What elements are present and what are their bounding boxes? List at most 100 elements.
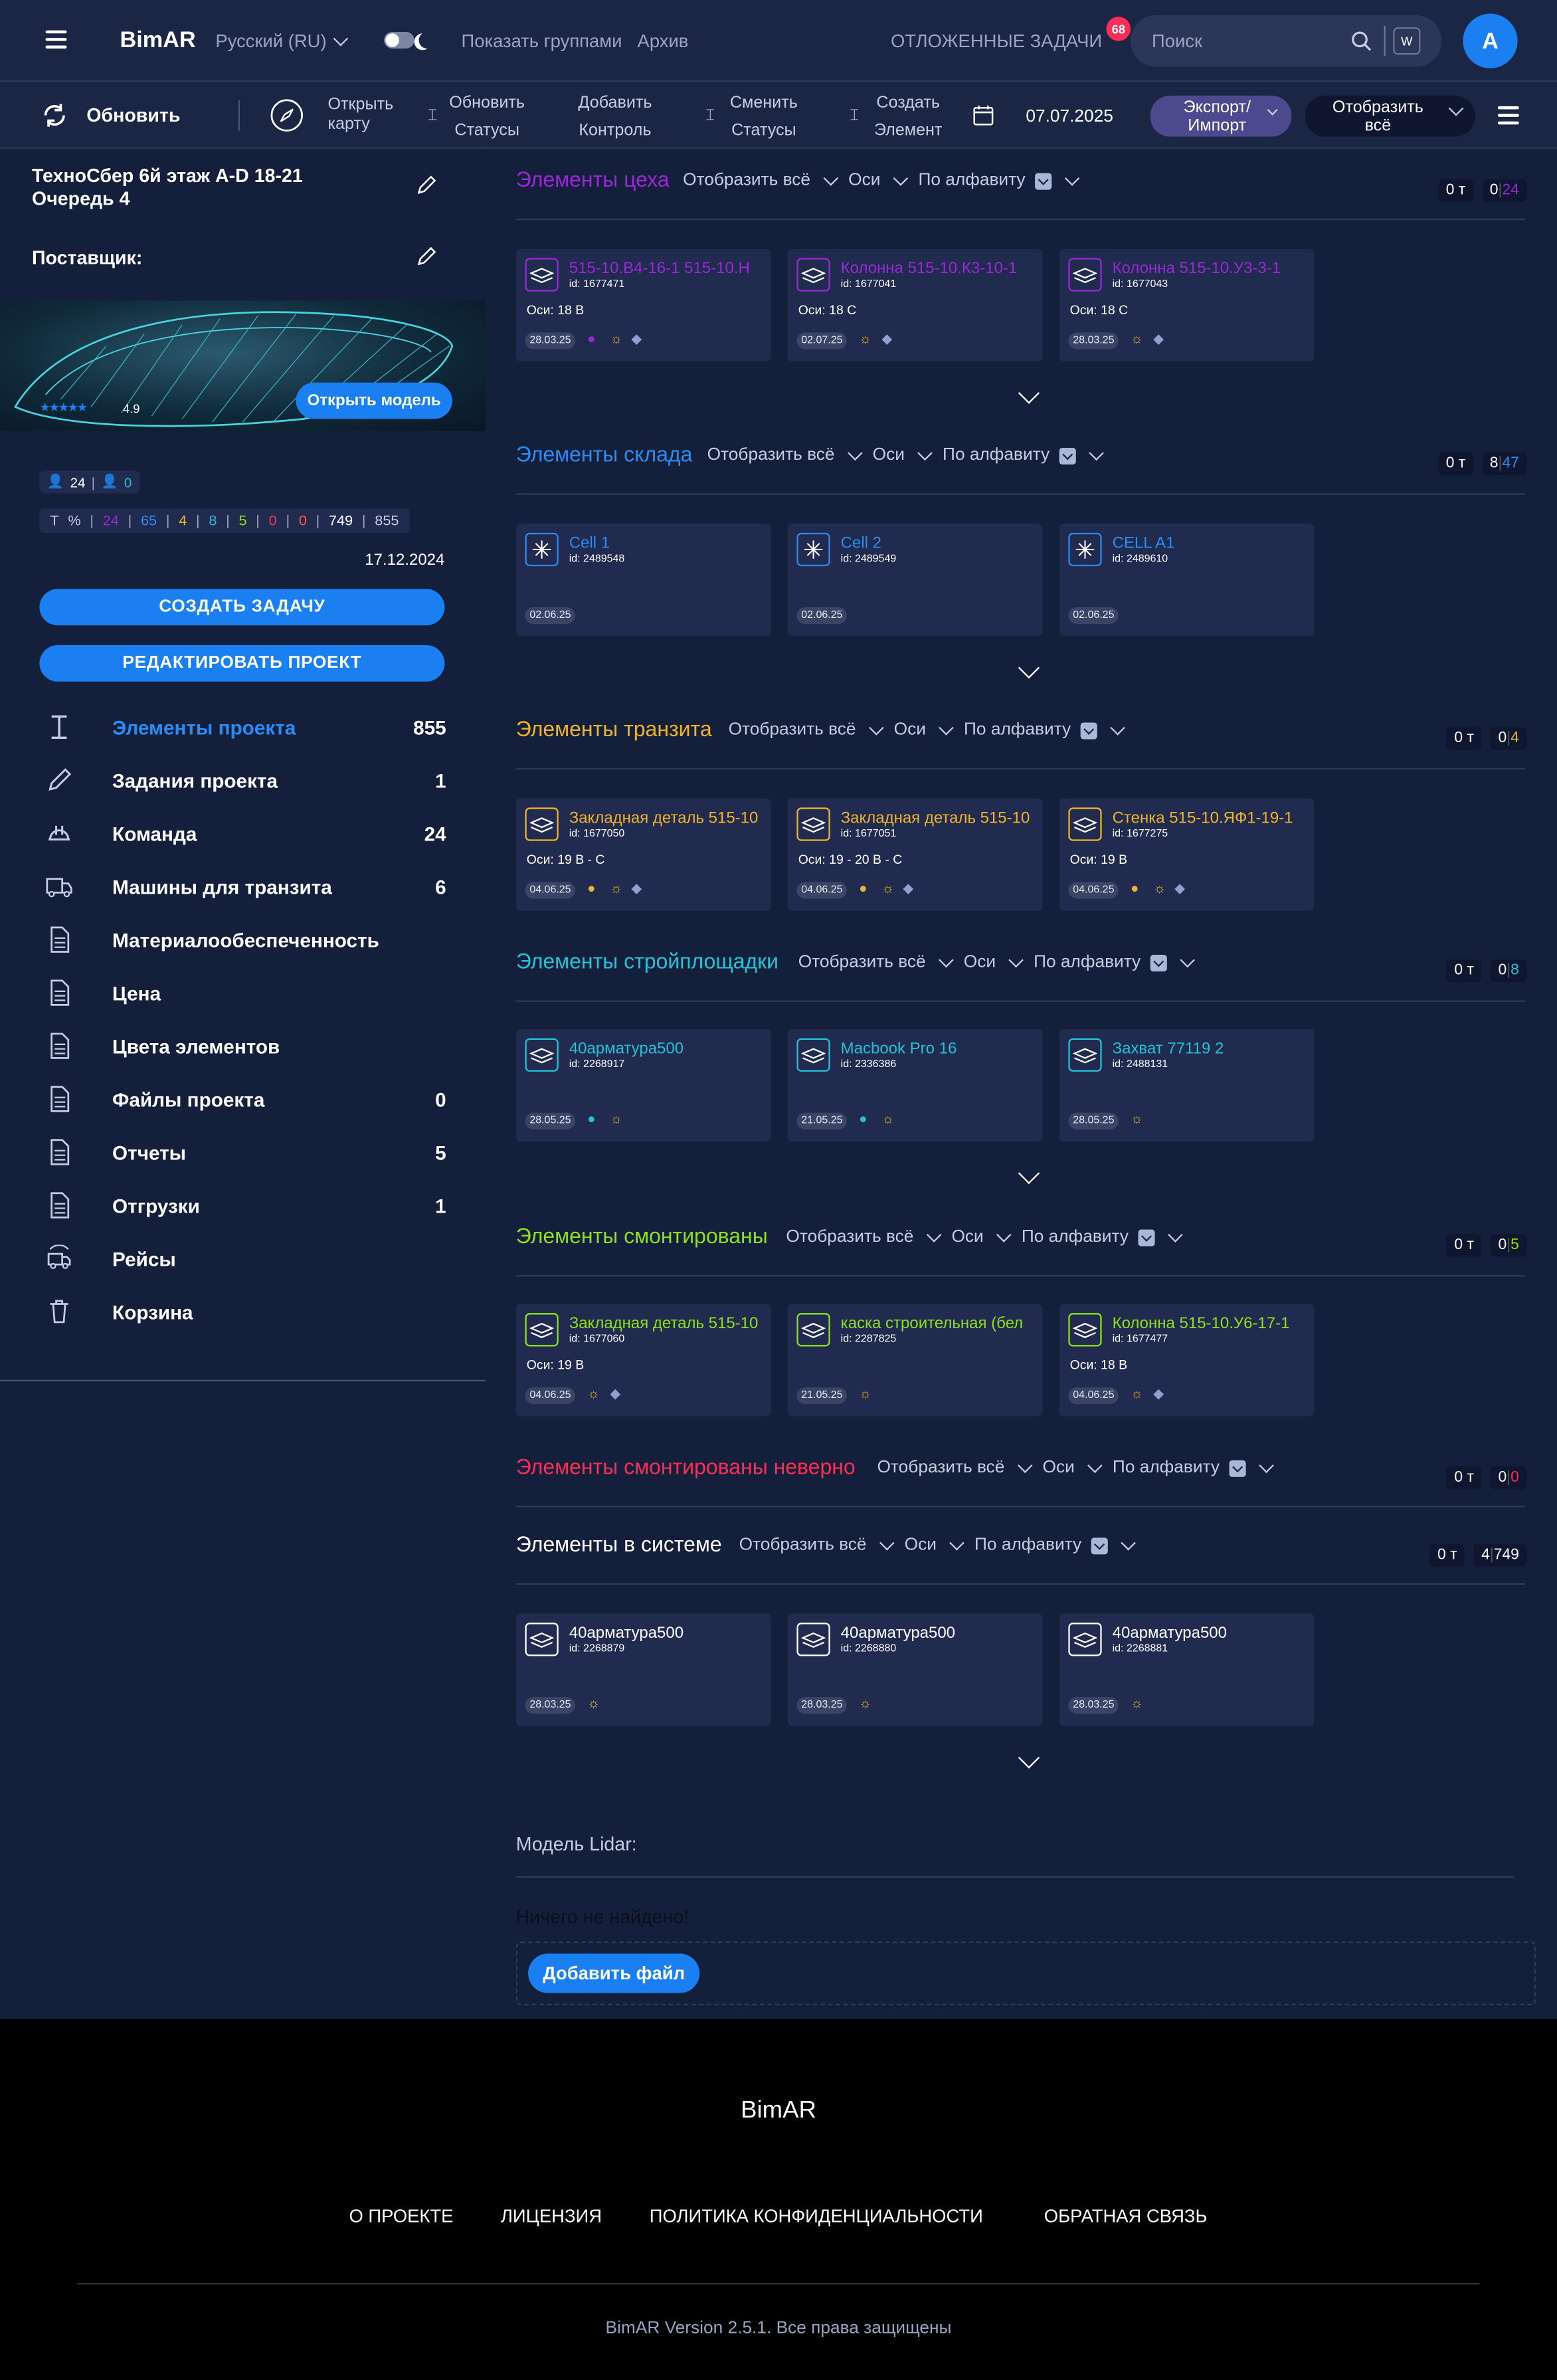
sidebar-item-material-supply[interactable]: Материалообеспеченность (39, 924, 446, 955)
theme-toggle[interactable] (384, 31, 414, 49)
element-card[interactable]: Macbook Pro 16 id: 2336386 21.05.25 ● ☼ (787, 1029, 1043, 1142)
show-all-filter[interactable]: Отобразить всё (877, 1459, 1004, 1477)
axes-filter[interactable]: Оси (1043, 1459, 1075, 1477)
show-all-filter[interactable]: Отобразить всё (707, 446, 835, 464)
sidebar-item-trash[interactable]: Корзина (39, 1296, 446, 1327)
element-card[interactable]: 515-10.В4-16-1 515-10.Н id: 1677471 Оси: 1… (515, 248, 771, 361)
add-control-button[interactable]: Добавить Контроль (578, 90, 652, 144)
archive-link[interactable]: Архив (638, 31, 689, 52)
sidebar-item-project-elements[interactable]: Элементы проекта 855 (39, 712, 446, 742)
show-all-filter[interactable]: Отобразить всё (683, 171, 810, 189)
element-card[interactable]: Колонна 515-10.К3-10-1 id: 1677041 Оси: 18… (787, 248, 1043, 361)
sidebar-item-team[interactable]: Команда 24 (39, 818, 446, 848)
axes-filter[interactable]: Оси (905, 1536, 937, 1554)
open-model-button[interactable]: Открыть модель (296, 382, 452, 419)
show-all-filter[interactable]: Отобразить всё (798, 953, 926, 971)
user-avatar[interactable]: A (1463, 13, 1518, 68)
create-element-button[interactable]: Создать Элемент (874, 90, 943, 144)
element-card[interactable]: CELL A1 id: 2489610 02.06.25 (1059, 524, 1315, 637)
element-card[interactable]: каска строительная (бел id: 2287825 21.05.… (787, 1304, 1043, 1417)
sidebar-item-project-tasks[interactable]: Задания проекта 1 (39, 765, 446, 795)
sort-alpha-filter[interactable]: По алфавиту (1034, 953, 1141, 971)
element-card[interactable]: Закладная деталь 515-10 id: 1677051 Оси: 1… (787, 798, 1043, 911)
axes-filter[interactable]: Оси (951, 1228, 983, 1246)
footer-link-license[interactable]: ЛИЦЕНЗИЯ (501, 2206, 602, 2227)
sort-direction-icon[interactable] (1228, 1459, 1245, 1476)
sort-alpha-filter[interactable]: По алфавиту (974, 1536, 1081, 1554)
sort-alpha-filter[interactable]: По алфавиту (943, 446, 1050, 464)
refresh-button[interactable]: Обновить (86, 105, 180, 126)
sidebar-item-trips[interactable]: Рейсы (39, 1243, 446, 1274)
sort-direction-icon[interactable] (1149, 953, 1167, 971)
sidebar-item-element-colors[interactable]: Цвета элементов (39, 1031, 446, 1061)
sort-direction-icon[interactable] (1058, 446, 1075, 464)
sort-direction-icon[interactable] (1090, 1537, 1107, 1554)
import-label: Импорт (1188, 116, 1247, 136)
element-card[interactable]: Захват 77119 2 id: 2488131 28.05.25 ☼ (1059, 1029, 1315, 1142)
change-statuses-button[interactable]: Сменить Статусы (730, 90, 798, 144)
open-map-button[interactable]: Открыть карту (327, 96, 393, 135)
add-file-button[interactable]: Добавить файл (528, 1953, 700, 1993)
element-card[interactable]: 40арматура500 id: 2268879 28.03.25 ☼ (515, 1613, 771, 1726)
edit-icon[interactable] (416, 246, 437, 267)
axes-filter[interactable]: Оси (894, 721, 926, 739)
compass-icon[interactable] (270, 98, 304, 132)
deferred-tasks-link[interactable]: ОТЛОЖЕННЫЕ ЗАДАЧИ (891, 31, 1102, 52)
sidebar-item-price[interactable]: Цена (39, 977, 446, 1008)
edit-project-button[interactable]: РЕДАКТИРОВАТЬ ПРОЕКТ (39, 645, 445, 682)
search-icon[interactable] (1350, 31, 1372, 52)
element-card[interactable]: Cell 2 id: 2489549 02.06.25 (787, 524, 1043, 637)
list-menu-icon[interactable] (1497, 102, 1519, 129)
model-preview-image[interactable]: ★★★★★ 4.9 Открыть модель (0, 300, 486, 431)
sidebar-item-project-files[interactable]: Файлы проекта 0 (39, 1084, 446, 1114)
footer-link-feedback[interactable]: ОБРАТНАЯ СВЯЗЬ (1044, 2206, 1208, 2227)
calendar-icon[interactable] (972, 105, 994, 126)
sort-direction-icon[interactable] (1137, 1229, 1154, 1246)
sort-direction-icon[interactable] (1079, 722, 1097, 739)
element-card[interactable]: Стенка 515-10.ЯФ1-19-1 id: 1677275 Оси: 19… (1059, 798, 1315, 911)
element-card[interactable]: 40арматура500 id: 2268881 28.03.25 ☼ (1059, 1613, 1315, 1726)
element-id: id: 1677471 (569, 279, 625, 290)
sort-alpha-filter[interactable]: По алфавиту (1113, 1459, 1220, 1477)
sort-alpha-filter[interactable]: По алфавиту (1022, 1228, 1129, 1246)
show-all-dropdown[interactable]: Отобразить всё (1305, 95, 1475, 137)
document-icon (50, 926, 70, 953)
element-card[interactable]: Колонна 515-10.У6-17-1 id: 1677477 Оси: 18… (1059, 1304, 1315, 1417)
element-card[interactable]: Закладная деталь 515-10 id: 1677060 Оси: 1… (515, 1304, 771, 1417)
sort-alpha-filter[interactable]: По алфавиту (919, 171, 1026, 189)
export-import-button[interactable]: Экспорт/Импорт (1150, 95, 1292, 137)
element-card[interactable]: Закладная деталь 515-10 id: 1677050 Оси: 1… (515, 798, 771, 911)
sidebar-item-transit-vehicles[interactable]: Машины для транзита 6 (39, 871, 446, 902)
show-all-filter[interactable]: Отобразить всё (739, 1536, 867, 1554)
show-all-filter[interactable]: Отобразить всё (786, 1228, 913, 1246)
footer-link-privacy[interactable]: ПОЛИТИКА КОНФИДЕНЦИАЛЬНОСТИ (650, 2206, 983, 2227)
element-card[interactable]: 40арматура500 id: 2268917 28.05.25 ● ☼ (515, 1029, 771, 1142)
search-box[interactable]: Поиск W (1131, 15, 1442, 67)
footer-link-about[interactable]: О ПРОЕКТЕ (349, 2206, 453, 2227)
expand-chevron-icon[interactable] (1018, 657, 1040, 679)
sort-direction-icon[interactable] (1034, 172, 1052, 189)
element-type-icon (1068, 1038, 1102, 1072)
menu-icon[interactable] (45, 26, 67, 53)
expand-chevron-icon[interactable] (1018, 382, 1040, 404)
element-card[interactable]: 40арматура500 id: 2268880 28.03.25 ☼ (787, 1613, 1043, 1726)
expand-chevron-icon[interactable] (1018, 1747, 1040, 1769)
expand-chevron-icon[interactable] (1018, 1162, 1040, 1185)
axes-filter[interactable]: Оси (848, 171, 880, 189)
sort-alpha-filter[interactable]: По алфавиту (964, 721, 1071, 739)
element-card[interactable]: Cell 1 id: 2489548 02.06.25 (515, 524, 771, 637)
language-select[interactable]: Русский (RU) (215, 31, 352, 52)
sidebar-item-shipments[interactable]: Отгрузки 1 (39, 1190, 446, 1221)
axes-filter[interactable]: Оси (873, 446, 905, 464)
create-task-button[interactable]: СОЗДАТЬ ЗАДАЧУ (39, 589, 445, 626)
search-input[interactable]: Поиск (1152, 31, 1202, 52)
element-card[interactable]: Колонна 515-10.У3-3-1 id: 1677043 Оси: 18 … (1059, 248, 1315, 361)
axes-filter[interactable]: Оси (964, 953, 996, 971)
update-statuses-button[interactable]: Обновить Статусы (449, 90, 525, 144)
edit-icon[interactable] (416, 175, 437, 196)
show-all-filter[interactable]: Отобразить всё (729, 721, 856, 739)
date-picker[interactable]: 07.07.2025 (1026, 108, 1113, 126)
refresh-icon[interactable] (41, 102, 68, 129)
sidebar-item-reports[interactable]: Отчеты 5 (39, 1137, 446, 1167)
show-groups-link[interactable]: Показать группами (462, 31, 622, 52)
